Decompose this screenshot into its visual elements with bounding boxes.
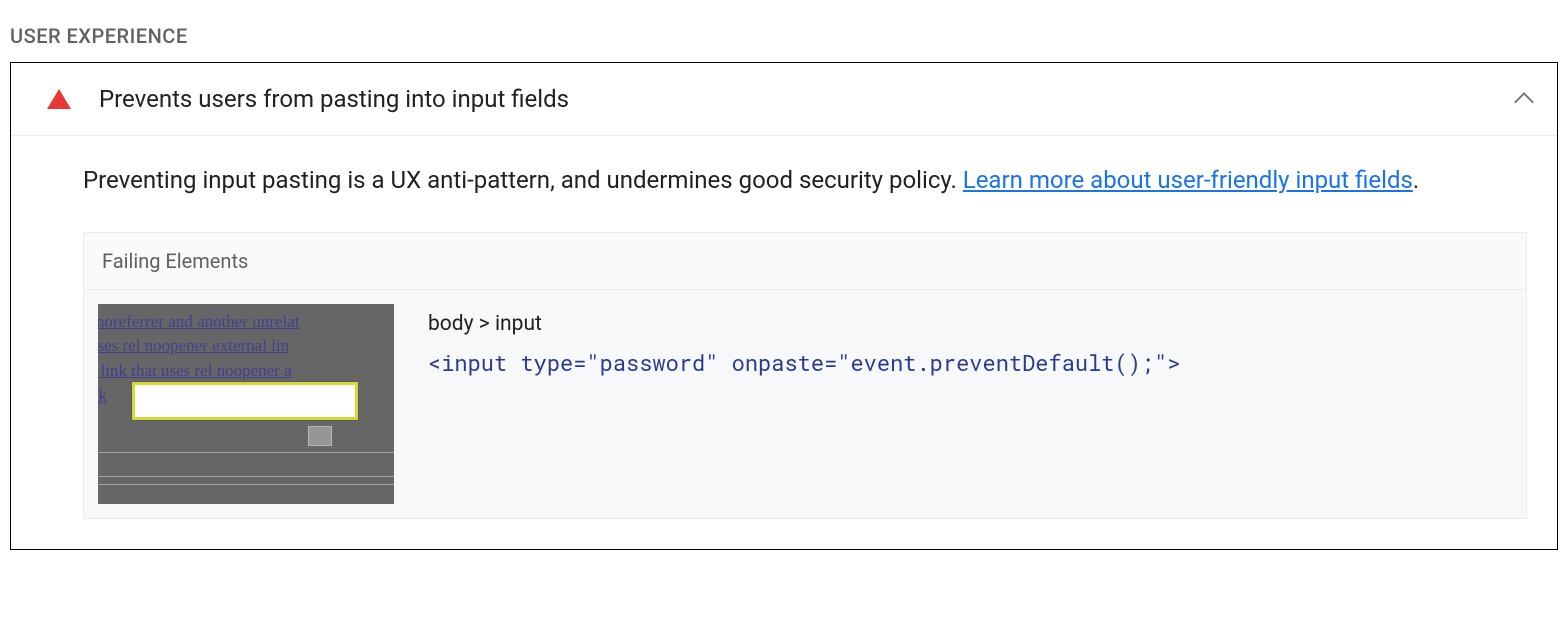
element-details: body > input <input type="password" onpa… bbox=[428, 304, 1512, 504]
audit-description: Preventing input pasting is a UX anti-pa… bbox=[83, 158, 1527, 204]
audit-card: Prevents users from pasting into input f… bbox=[10, 62, 1558, 550]
thumbnail-text-line: noreferrer and another unrelat bbox=[98, 312, 299, 332]
thumbnail-hr bbox=[98, 476, 394, 477]
failing-elements-header: Failing Elements bbox=[84, 233, 1526, 290]
audit-title: Prevents users from pasting into input f… bbox=[99, 85, 1515, 113]
audit-header[interactable]: Prevents users from pasting into input f… bbox=[11, 63, 1557, 136]
section-label: USER EXPERIENCE bbox=[10, 10, 1558, 62]
thumbnail-text-line: t uses rel noopener external lin bbox=[98, 336, 289, 356]
audit-body: Preventing input pasting is a UX anti-pa… bbox=[11, 136, 1557, 549]
audit-description-suffix: . bbox=[1413, 166, 1419, 194]
chevron-up-icon[interactable] bbox=[1515, 90, 1533, 108]
thumbnail-text-line: al link that uses rel noopener a bbox=[98, 361, 292, 381]
failing-elements-box: Failing Elements noreferrer and another … bbox=[83, 232, 1527, 519]
learn-more-link[interactable]: Learn more about user-friendly input fie… bbox=[963, 166, 1413, 194]
element-code-snippet: <input type="password" onpaste="event.pr… bbox=[428, 348, 1512, 377]
thumbnail-image-placeholder-icon bbox=[308, 426, 332, 446]
fail-triangle-icon bbox=[47, 89, 71, 109]
thumbnail-highlighted-input bbox=[132, 382, 358, 420]
thumbnail-hr bbox=[98, 452, 394, 453]
audit-description-text: Preventing input pasting is a UX anti-pa… bbox=[83, 166, 963, 194]
failing-elements-row: noreferrer and another unrelat t uses re… bbox=[84, 290, 1526, 518]
thumbnail-text-line: ok bbox=[98, 386, 107, 406]
element-thumbnail[interactable]: noreferrer and another unrelat t uses re… bbox=[98, 304, 394, 504]
thumbnail-hr bbox=[98, 484, 394, 485]
element-selector-path: body > input bbox=[428, 312, 1512, 336]
